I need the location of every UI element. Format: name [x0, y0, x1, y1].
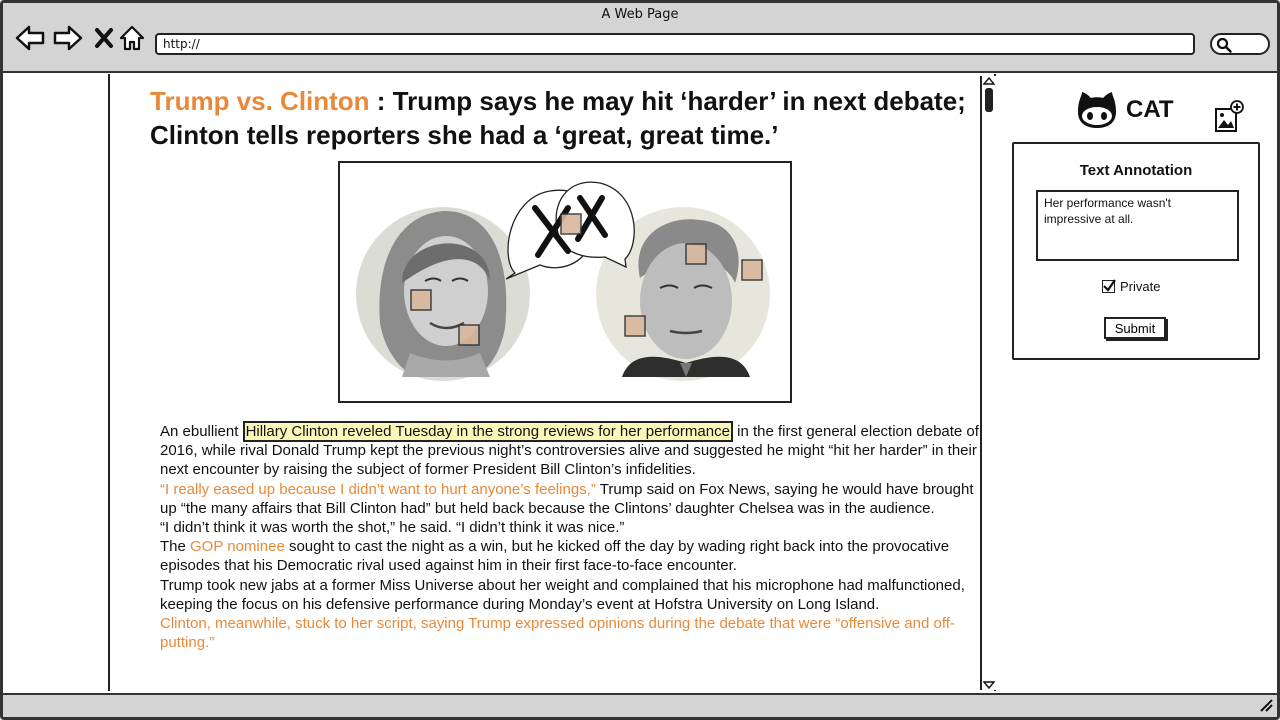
headline-kicker-link[interactable]: Trump vs. Clinton — [150, 86, 370, 116]
resize-grip-icon[interactable] — [1259, 698, 1273, 712]
paragraph-1: An ebullient Hillary Clinton reveled Tue… — [160, 421, 986, 480]
paragraph-6-link[interactable]: Clinton, meanwhile, stuck to her script,… — [160, 614, 986, 652]
back-button[interactable] — [15, 23, 45, 53]
title-bar: A Web Page http:// — [3, 3, 1277, 73]
search-icon — [1216, 37, 1232, 53]
home-icon — [119, 25, 145, 51]
app-name: CAT — [1126, 96, 1174, 123]
selected-highlight[interactable]: Hillary Clinton reveled Tuesday in the s… — [242, 421, 733, 442]
close-x-icon — [95, 28, 113, 48]
annotation-text-field[interactable]: Her performance wasn't impressive at all… — [1036, 190, 1239, 261]
scroll-up-arrow-icon[interactable] — [983, 76, 995, 86]
annotation-sidebar: CAT Text Annotation Her performance wasn… — [998, 74, 1274, 691]
forward-button[interactable] — [53, 23, 83, 53]
add-image-icon[interactable] — [1214, 100, 1244, 134]
forward-arrow-icon — [53, 25, 83, 51]
candidates-illustration — [356, 181, 770, 381]
paragraph-4: The GOP nominee sought to cast the night… — [160, 537, 986, 575]
url-input[interactable]: http:// — [155, 33, 1195, 55]
scroll-down-arrow-icon[interactable] — [983, 680, 995, 690]
gop-nominee-link[interactable]: GOP nominee — [190, 538, 285, 555]
scroll-thumb[interactable] — [985, 88, 993, 112]
checkmark-icon — [1103, 279, 1116, 292]
article-headline: Trump vs. Clinton : Trump says he may hi… — [150, 84, 970, 152]
paragraph-2: “I really eased up because I didn’t want… — [160, 480, 986, 518]
text-annotation-panel: Text Annotation Her performance wasn't i… — [1012, 142, 1260, 360]
back-arrow-icon — [15, 25, 45, 51]
submit-button[interactable]: Submit — [1104, 317, 1166, 339]
paragraph-1-lead: An ebullient — [160, 423, 243, 440]
cat-logo: CAT — [1074, 90, 1174, 130]
private-checkbox[interactable] — [1102, 279, 1116, 293]
article-scrollbar[interactable] — [980, 76, 996, 690]
status-bar — [3, 693, 1277, 717]
paragraph-5: Trump took new jabs at a former Miss Uni… — [160, 576, 965, 613]
private-label: Private — [1120, 279, 1161, 294]
article-image[interactable] — [338, 161, 792, 403]
stop-button[interactable] — [89, 23, 119, 53]
paragraph-4-lead: The — [160, 538, 191, 556]
quote-link[interactable]: “I really eased up because I didn’t want… — [160, 481, 596, 498]
article-body: An ebullient Hillary Clinton reveled Tue… — [160, 421, 986, 652]
panel-title: Text Annotation — [1079, 162, 1193, 179]
article-viewport[interactable]: Trump vs. Clinton : Trump says he may hi… — [108, 74, 996, 691]
github-cat-icon — [1078, 92, 1116, 128]
private-option[interactable]: Private — [1102, 279, 1160, 294]
window-title: A Web Page — [601, 7, 679, 22]
search-box[interactable] — [1210, 33, 1270, 55]
home-button[interactable] — [117, 23, 147, 53]
paragraph-3: “I didn’t think it was worth the shot,” … — [160, 519, 625, 537]
